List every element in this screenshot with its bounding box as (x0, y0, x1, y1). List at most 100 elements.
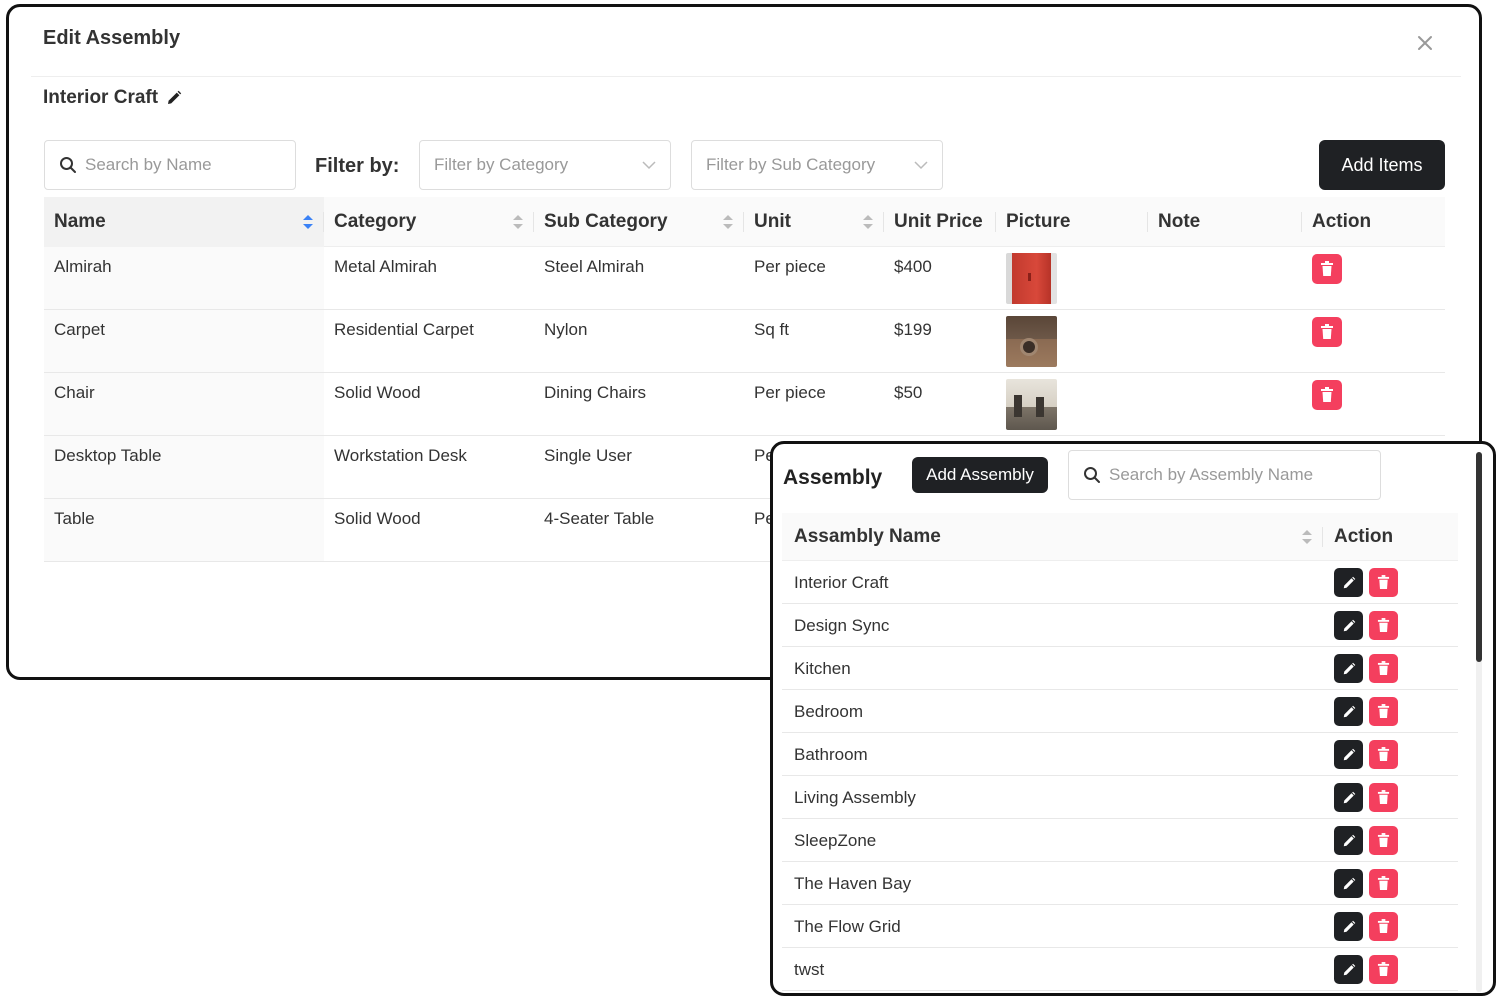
cell-category: Workstation Desk (334, 446, 467, 465)
trash-icon (1321, 261, 1333, 276)
add-assembly-button[interactable]: Add Assembly (912, 457, 1048, 493)
sort-icon (723, 215, 733, 229)
pencil-icon (1343, 705, 1355, 717)
subcategory-filter-select[interactable]: Filter by Sub Category (691, 140, 943, 190)
assembly-search[interactable] (1068, 450, 1381, 500)
edit-assembly-button[interactable] (1334, 955, 1363, 984)
chair-shape (1014, 395, 1022, 417)
edit-assembly-button[interactable] (1334, 826, 1363, 855)
edit-assembly-button[interactable] (1334, 740, 1363, 769)
assembly-row[interactable]: The Flow Grid (782, 905, 1458, 948)
pencil-icon (1343, 834, 1355, 846)
column-note-label: Note (1158, 211, 1201, 232)
assembly-row[interactable]: The Haven Bay (782, 862, 1458, 905)
search-icon (60, 157, 76, 173)
assembly-row[interactable]: Interior Craft (782, 561, 1458, 604)
close-icon (1418, 36, 1432, 50)
cell-name: Desktop Table (44, 436, 324, 498)
delete-assembly-button[interactable] (1369, 697, 1398, 726)
search-input[interactable] (85, 155, 285, 175)
assembly-search-input[interactable] (1109, 465, 1379, 485)
edit-name-button[interactable] (166, 90, 182, 106)
delete-item-button[interactable] (1312, 380, 1342, 410)
edit-assembly-button[interactable] (1334, 697, 1363, 726)
column-divider (1322, 527, 1323, 547)
column-picture-label: Picture (1006, 211, 1071, 232)
cell-category: Metal Almirah (334, 257, 437, 276)
column-category-header[interactable]: Category (324, 197, 534, 247)
delete-assembly-button[interactable] (1369, 826, 1398, 855)
column-unit-header[interactable]: Unit (744, 197, 884, 247)
edit-assembly-button[interactable] (1334, 912, 1363, 941)
edit-assembly-button[interactable] (1334, 654, 1363, 683)
delete-item-button[interactable] (1312, 254, 1342, 284)
assembly-row[interactable]: SleepZone (782, 819, 1458, 862)
delete-assembly-button[interactable] (1369, 912, 1398, 941)
delete-assembly-button[interactable] (1369, 740, 1398, 769)
modal-title: Edit Assembly (43, 27, 181, 49)
pencil-icon (1343, 619, 1355, 631)
trash-icon (1321, 324, 1333, 339)
add-items-button[interactable]: Add Items (1319, 140, 1445, 190)
assembly-row[interactable]: Bathroom (782, 733, 1458, 776)
delete-item-button[interactable] (1312, 317, 1342, 347)
delete-assembly-button[interactable] (1369, 568, 1398, 597)
pencil-icon (1343, 791, 1355, 803)
close-button[interactable] (1411, 29, 1439, 57)
delete-assembly-button[interactable] (1369, 611, 1398, 640)
assembly-row[interactable]: twst (782, 948, 1458, 991)
scrollbar-track[interactable] (1476, 452, 1482, 992)
edit-assembly-button[interactable] (1334, 869, 1363, 898)
assembly-row-name: Interior Craft (794, 573, 889, 592)
pencil-icon (1343, 662, 1355, 674)
assembly-row[interactable]: Living Assembly (782, 776, 1458, 819)
almirah-handle (1028, 273, 1031, 281)
cell-unit-price: $400 (894, 257, 932, 276)
column-unit-price-header: Unit Price (884, 197, 996, 247)
scrollbar-thumb[interactable] (1476, 452, 1482, 662)
table-row: Chair Solid Wood Dining Chairs Per piece… (44, 373, 1445, 436)
delete-assembly-button[interactable] (1369, 869, 1398, 898)
cell-subcategory: Single User (544, 446, 632, 465)
trash-icon (1377, 876, 1390, 890)
header-divider (31, 76, 1461, 77)
assembly-name-text: Interior Craft (43, 87, 159, 108)
cell-subcategory: Dining Chairs (544, 383, 647, 402)
assembly-row[interactable]: Bedroom (782, 690, 1458, 733)
column-assembly-name-header[interactable]: Assambly Name (794, 513, 941, 561)
assembly-row-name: Bedroom (794, 702, 863, 721)
column-unit-label: Unit (754, 211, 791, 232)
assembly-name-heading: Interior Craft (43, 87, 182, 109)
edit-assembly-button[interactable] (1334, 783, 1363, 812)
assembly-row-name: Living Assembly (794, 788, 916, 807)
trash-icon (1377, 919, 1390, 933)
cell-unit: Per piece (754, 383, 826, 402)
pencil-icon (168, 90, 182, 104)
pencil-icon (1343, 963, 1355, 975)
assembly-row-name: The Haven Bay (794, 874, 912, 893)
edit-assembly-button[interactable] (1334, 611, 1363, 640)
assembly-row[interactable]: Design Sync (782, 604, 1458, 647)
panel-title: Assembly (783, 466, 883, 489)
column-category-label: Category (334, 211, 417, 232)
sort-icon (863, 215, 873, 229)
category-filter-select[interactable]: Filter by Category (419, 140, 671, 190)
column-name-header[interactable]: Name (44, 197, 324, 247)
delete-assembly-button[interactable] (1369, 654, 1398, 683)
sort-icon[interactable] (1301, 528, 1313, 546)
pencil-icon (1343, 576, 1355, 588)
column-subcategory-label: Sub Category (544, 211, 668, 232)
search-icon (1084, 467, 1100, 483)
table-row: Almirah Metal Almirah Steel Almirah Per … (44, 247, 1445, 310)
carpet-roll (1020, 338, 1038, 356)
cell-category: Residential Carpet (334, 320, 474, 339)
column-subcategory-header[interactable]: Sub Category (534, 197, 744, 247)
delete-assembly-button[interactable] (1369, 783, 1398, 812)
edit-assembly-button[interactable] (1334, 568, 1363, 597)
cell-unit: Sq ft (754, 320, 789, 339)
assembly-row[interactable]: Kitchen (782, 647, 1458, 690)
delete-assembly-button[interactable] (1369, 955, 1398, 984)
trash-icon (1377, 833, 1390, 847)
item-search[interactable] (44, 140, 296, 190)
cell-name: Table (44, 499, 324, 561)
